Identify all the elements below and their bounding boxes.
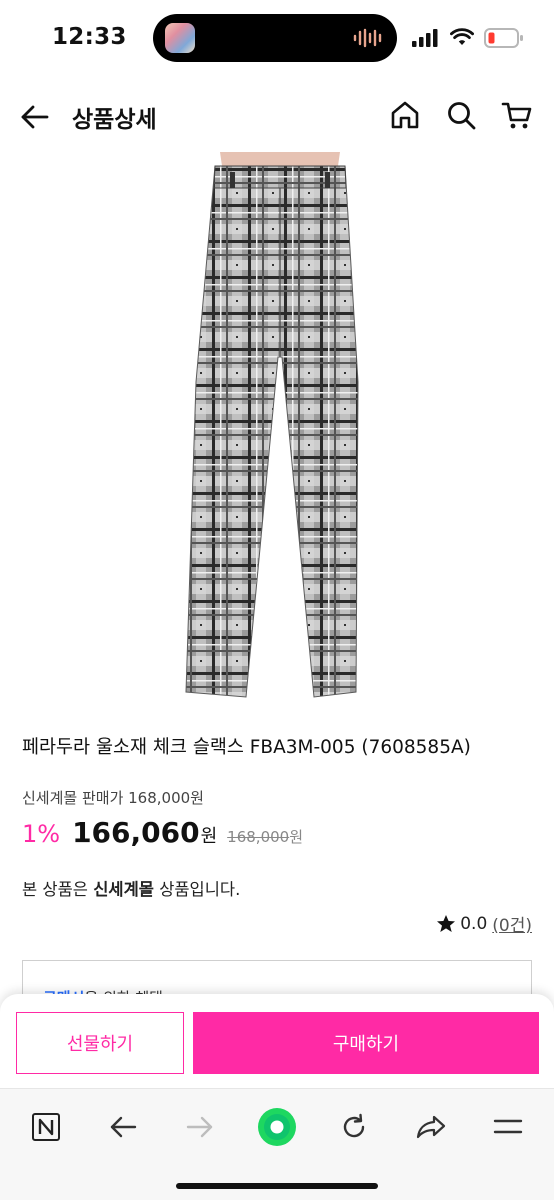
notice-prefix: 본 상품은 — [22, 880, 94, 899]
wifi-icon — [450, 28, 474, 45]
review-count-link[interactable]: (0건) — [492, 911, 532, 936]
now-playing-thumbnail — [165, 23, 195, 53]
page-title: 상품상세 — [72, 107, 157, 133]
status-time: 12:33 — [52, 24, 127, 50]
reload-icon[interactable] — [334, 1107, 374, 1147]
back-arrow-icon[interactable] — [18, 100, 52, 134]
naver-n-icon[interactable] — [26, 1107, 66, 1147]
notice-mall-name: 신세계몰 — [93, 880, 154, 899]
seller-notice: 본 상품은 신세계몰 상품입니다. — [22, 876, 240, 900]
audio-waveform-icon — [353, 28, 382, 48]
dynamic-island — [153, 14, 397, 62]
buy-button[interactable]: 구매하기 — [193, 1012, 539, 1074]
product-name: 페라두라 울소재 체크 슬랙스 FBA3M-005 (7608585A) — [22, 737, 471, 758]
battery-icon — [484, 28, 523, 48]
search-icon[interactable] — [444, 98, 478, 132]
green-dot-icon[interactable] — [257, 1107, 297, 1147]
share-icon[interactable] — [411, 1107, 451, 1147]
status-bar: 12:33 — [0, 0, 554, 78]
notice-suffix: 상품입니다. — [153, 880, 241, 899]
forward-icon[interactable] — [180, 1107, 220, 1147]
page-header: 상품상세 — [0, 86, 554, 146]
original-price: 168,000 — [227, 828, 290, 846]
seller-price: 신세계몰 판매가 168,000원 — [22, 789, 204, 807]
sale-price: 166,060 — [72, 816, 200, 849]
back-icon[interactable] — [103, 1107, 143, 1147]
home-icon[interactable] — [388, 98, 422, 132]
price-row: 1% 166,060 원 168,000 원 — [22, 816, 303, 856]
purchase-action-bar: 선물하기 구매하기 — [0, 994, 554, 1088]
rating-value: 0.0 — [460, 913, 488, 934]
star-icon — [437, 914, 456, 932]
browser-toolbar — [0, 1088, 554, 1200]
sale-price-currency: 원 — [200, 826, 218, 847]
product-image[interactable] — [160, 152, 400, 708]
cellular-signal-icon — [412, 29, 438, 47]
gift-button[interactable]: 선물하기 — [16, 1012, 184, 1074]
menu-icon[interactable] — [488, 1107, 528, 1147]
home-indicator[interactable] — [176, 1183, 378, 1189]
rating: 0.0 (0건) — [436, 911, 532, 936]
cart-icon[interactable] — [500, 98, 534, 132]
original-price-currency: 원 — [289, 828, 304, 846]
discount-rate: 1% — [22, 820, 61, 848]
